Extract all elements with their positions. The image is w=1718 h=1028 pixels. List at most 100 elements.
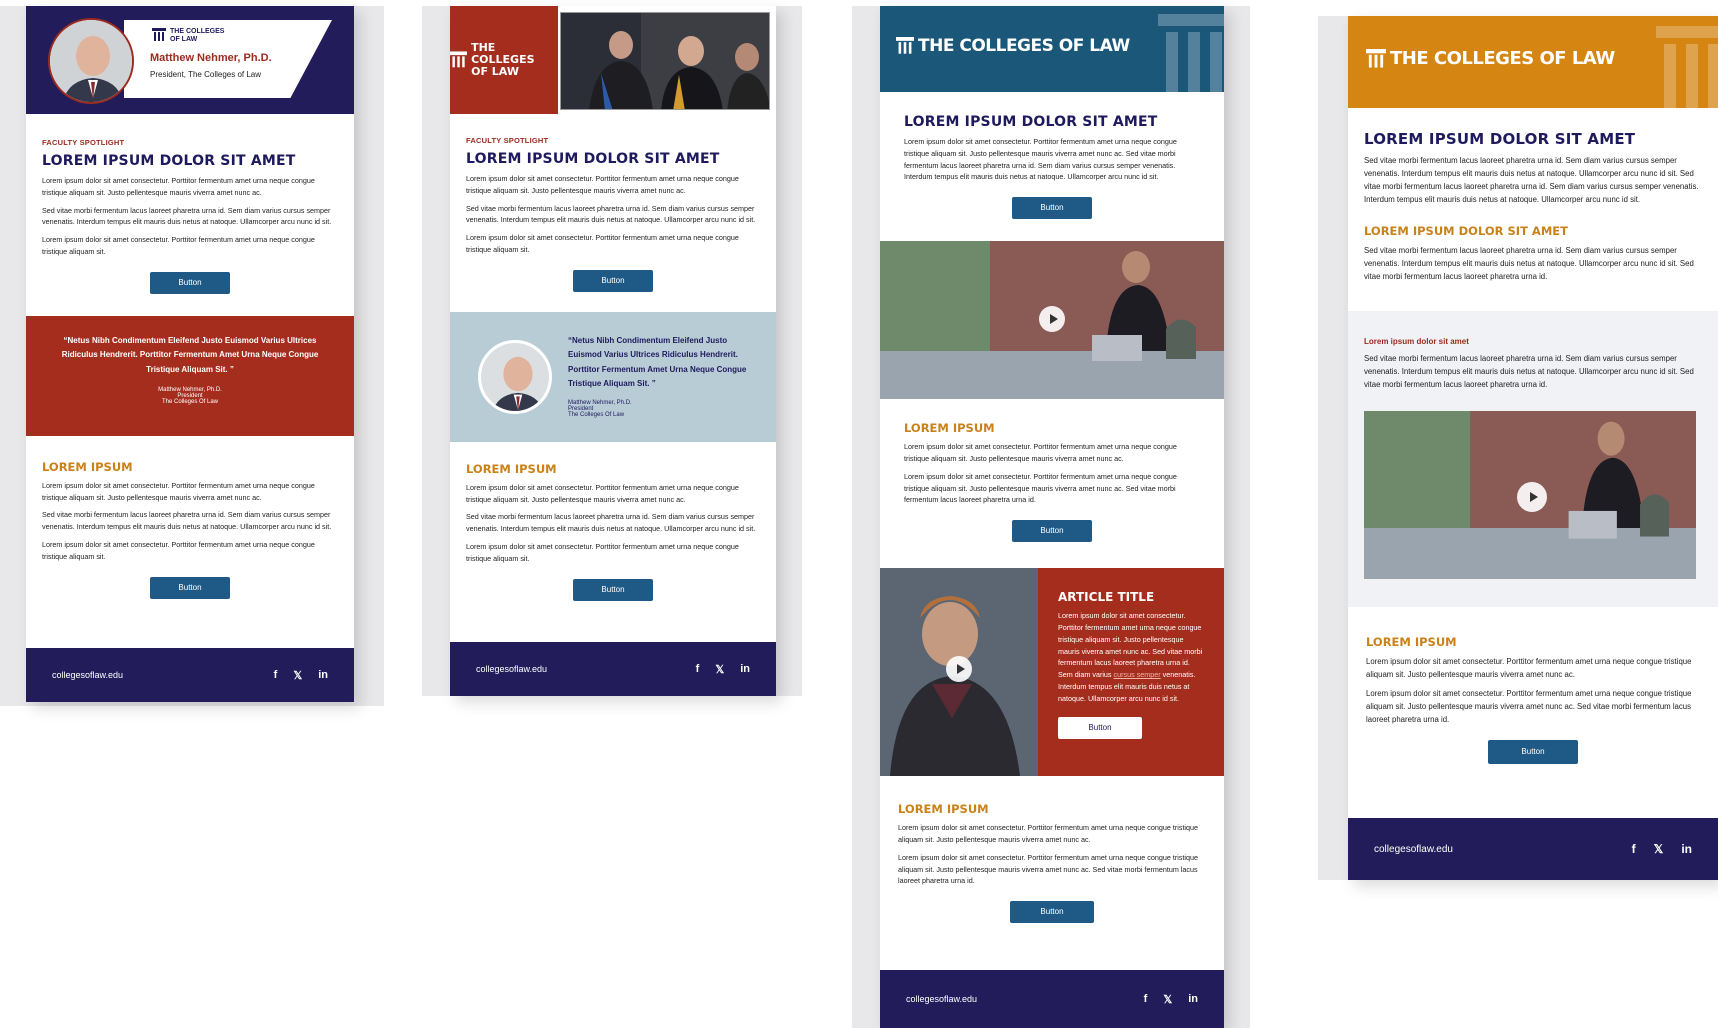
footer: collegesoflaw.edu f 𝕏in	[26, 648, 354, 702]
facebook-icon[interactable]: f	[274, 669, 278, 682]
paragraph: Sed vitae morbi fermentum lacus laoreet …	[466, 512, 756, 534]
cta-button[interactable]: Button	[573, 578, 653, 601]
paragraph: Lorem ipsum dolor sit amet consectetur. …	[466, 233, 739, 254]
paragraph: Sed vitae morbi fermentum lacus laoreet …	[42, 205, 332, 227]
header-banner: THE COLLEGES OF LAW	[880, 6, 1224, 92]
x-icon[interactable]: 𝕏	[1654, 842, 1664, 856]
eyebrow: Lorem ipsum dolor sit amet	[1364, 337, 1469, 346]
person-name: Matthew Nehmer, Ph.D.	[150, 52, 272, 64]
main-title: LOREM IPSUM DOLOR SIT AMET	[904, 114, 1158, 130]
cta-button[interactable]: Button	[1012, 197, 1092, 220]
quote-block: “Netus Nibh Condimentum Eleifend Justo E…	[450, 311, 776, 442]
main-title: LOREM IPSUM DOLOR SIT AMET	[466, 151, 720, 167]
video-thumbnail[interactable]	[1364, 411, 1696, 579]
paragraph: Lorem ipsum dolor sit amet consectetur. …	[904, 137, 1177, 182]
article-text: Lorem ipsum dolor sit amet consectetur. …	[1058, 611, 1203, 703]
video-section: Lorem ipsum dolor sit amet Sed vitae mor…	[1348, 311, 1718, 607]
main-title: LOREM IPSUM DOLOR SIT AMET	[1364, 130, 1636, 148]
section-title: LOREM IPSUM	[42, 459, 133, 474]
paragraph: Lorem ipsum dolor sit amet consectetur. …	[42, 480, 315, 502]
footer-url[interactable]: collegesoflaw.edu	[52, 670, 123, 680]
play-icon[interactable]	[1517, 482, 1547, 512]
linkedin-icon[interactable]: in	[318, 669, 328, 682]
header-banner: THE COLLEGES OF LAW	[450, 6, 776, 114]
paragraph: Sed vitae morbi fermentum lacus laoreet …	[1364, 246, 1694, 281]
quote-block: “Netus Nibh Condimentum Eleifend Justo E…	[26, 315, 354, 436]
subtitle: LOREM IPSUM DOLOR SIT AMET	[1364, 224, 1568, 238]
paragraph: Sed vitae morbi fermentum lacus laoreet …	[1364, 354, 1694, 389]
article-title: ARTICLE TITLE	[1058, 590, 1155, 605]
cta-button[interactable]: Button	[1010, 901, 1094, 924]
cta-button[interactable]: Button	[1012, 520, 1092, 543]
paragraph: Lorem ipsum dolor sit amet consectetur. …	[466, 174, 739, 195]
play-icon[interactable]	[946, 656, 972, 683]
cta-button[interactable]: Button	[573, 269, 653, 292]
x-icon[interactable]: 𝕏	[1163, 993, 1172, 1006]
email-template-3: THE COLLEGES OF LAW LOREM IPSUM DOLOR SI…	[880, 6, 1224, 1028]
footer-url[interactable]: collegesoflaw.edu	[1374, 844, 1453, 855]
logo-line1: THE COLLEGES	[170, 28, 225, 35]
quote-org: The Colleges Of Law	[161, 399, 219, 406]
columns-logo-icon	[450, 51, 468, 68]
paragraph: Lorem ipsum dolor sit amet consectetur. …	[466, 482, 739, 504]
cta-button[interactable]: Button	[150, 576, 230, 599]
x-icon[interactable]: 𝕏	[293, 669, 302, 682]
section-title: LOREM IPSUM	[466, 461, 557, 476]
columns-logo-icon	[1366, 48, 1386, 68]
logo-block: THE COLLEGES OF LAW	[450, 6, 558, 114]
columns-logo-icon	[152, 28, 166, 41]
avatar	[478, 339, 552, 414]
article-button[interactable]: Button	[1058, 716, 1142, 739]
article-block: ARTICLE TITLE Lorem ipsum dolor sit amet…	[880, 568, 1224, 777]
footer: collegesoflaw.edu f 𝕏in	[880, 970, 1224, 1028]
quote-text: “Netus Nibh Condimentum Eleifend Justo E…	[568, 335, 747, 389]
columns-watermark-icon	[1158, 14, 1224, 92]
logo: THE COLLEGES OF LAW	[1366, 48, 1615, 69]
facebook-icon[interactable]: f	[696, 663, 700, 676]
article-link[interactable]: cursus semper	[1114, 670, 1161, 679]
play-icon[interactable]	[1039, 306, 1065, 333]
paragraph: Lorem ipsum dolor sit amet consectetur. …	[904, 442, 1177, 463]
logo-line1: THE COLLEGES	[471, 41, 535, 66]
header-banner: THE COLLEGES OF LAW	[1348, 16, 1718, 108]
x-icon[interactable]: 𝕏	[715, 663, 724, 676]
paragraph: Sed vitae morbi fermentum lacus laoreet …	[42, 510, 332, 532]
graduation-photo	[560, 12, 770, 110]
footer-url[interactable]: collegesoflaw.edu	[906, 994, 977, 1004]
eyebrow: FACULTY SPOTLIGHT	[466, 136, 549, 145]
email-template-1: THE COLLEGES OF LAW Matthew Nehmer, Ph.D.…	[26, 6, 354, 702]
video-thumbnail[interactable]	[880, 568, 1038, 777]
main-title: LOREM IPSUM DOLOR SIT AMET	[42, 153, 296, 169]
footer-url[interactable]: collegesoflaw.edu	[476, 664, 547, 674]
video-thumbnail[interactable]	[880, 241, 1224, 400]
footer: collegesoflaw.edu f 𝕏in	[1348, 818, 1718, 880]
email-template-2: THE COLLEGES OF LAW FACULTY SPOTLIGHT LOR…	[450, 6, 776, 696]
quote-org: The Colleges Of Law	[568, 411, 625, 418]
avatar	[48, 18, 134, 104]
eyebrow: FACULTY SPOTLIGHT	[42, 138, 125, 147]
paragraph: Lorem ipsum dolor sit amet consectetur. …	[466, 541, 739, 563]
paragraph: Lorem ipsum dolor sit amet consectetur. …	[904, 471, 1177, 505]
section-title: LOREM IPSUM	[904, 421, 995, 436]
linkedin-icon[interactable]: in	[1681, 842, 1692, 856]
logo-line2: OF LAW	[471, 65, 519, 78]
section-title: LOREM IPSUM	[1366, 635, 1457, 649]
quote-text: “Netus Nibh Condimentum Eleifend Justo E…	[61, 335, 319, 374]
paragraph: Sed vitae morbi fermentum lacus laoreet …	[1364, 156, 1699, 204]
paragraph: Lorem ipsum dolor sit amet consectetur. …	[1366, 657, 1692, 679]
paragraph: Lorem ipsum dolor sit amet consectetur. …	[898, 852, 1199, 886]
logo: THE COLLEGES OF LAW	[896, 36, 1130, 56]
email-template-4: THE COLLEGES OF LAW LOREM IPSUM DOLOR SI…	[1348, 16, 1718, 880]
cta-button[interactable]: Button	[150, 271, 230, 294]
linkedin-icon[interactable]: in	[1188, 993, 1198, 1006]
paragraph: Lorem ipsum dolor sit amet consectetur. …	[1366, 689, 1692, 724]
section-title: LOREM IPSUM	[898, 802, 989, 817]
facebook-icon[interactable]: f	[1144, 993, 1148, 1006]
footer: collegesoflaw.edu f 𝕏in	[450, 642, 776, 696]
paragraph: Lorem ipsum dolor sit amet consectetur. …	[898, 823, 1199, 844]
cta-button[interactable]: Button	[1488, 740, 1578, 764]
person-role: President, The Colleges of Law	[150, 70, 262, 79]
paragraph: Lorem ipsum dolor sit amet consectetur. …	[42, 176, 315, 197]
linkedin-icon[interactable]: in	[740, 663, 750, 676]
facebook-icon[interactable]: f	[1632, 842, 1636, 856]
